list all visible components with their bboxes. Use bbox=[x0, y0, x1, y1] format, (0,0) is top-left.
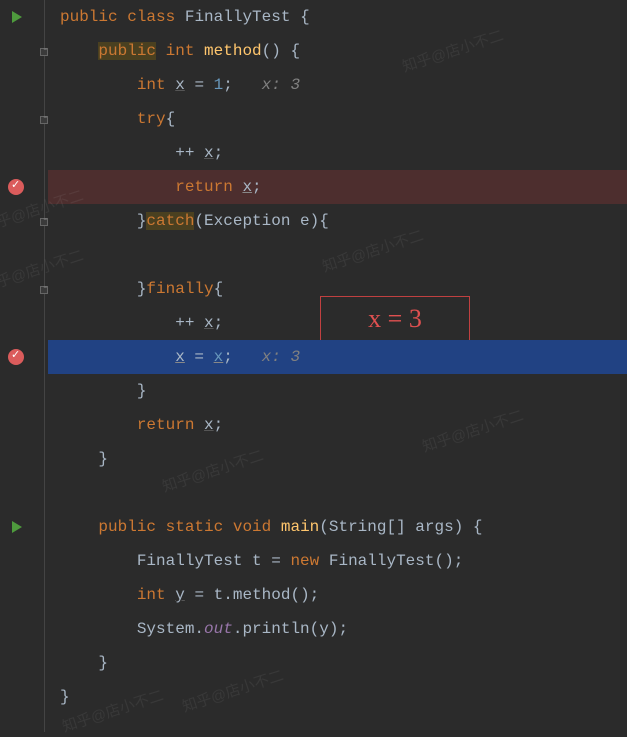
code-line[interactable]: return x; bbox=[48, 408, 627, 442]
code-line[interactable]: int y = t.method(); bbox=[48, 578, 627, 612]
code-line[interactable]: int x = 1; x: 3 bbox=[48, 68, 627, 102]
code-line[interactable]: } bbox=[48, 442, 627, 476]
code-line[interactable]: public int method() { bbox=[48, 34, 627, 68]
code-line[interactable] bbox=[48, 238, 627, 272]
code-line[interactable]: ++ x; x = 3 bbox=[48, 306, 627, 340]
breakpoint-icon[interactable] bbox=[8, 179, 24, 195]
fold-icon[interactable] bbox=[40, 116, 48, 124]
code-line-current[interactable]: x = x; x: 3 bbox=[48, 340, 627, 374]
code-area[interactable]: public class FinallyTest { public int me… bbox=[48, 0, 627, 732]
fold-icon[interactable] bbox=[40, 286, 48, 294]
run-icon[interactable] bbox=[12, 521, 22, 533]
code-line[interactable]: try{ bbox=[48, 102, 627, 136]
code-line[interactable]: ++ x; bbox=[48, 136, 627, 170]
code-editor[interactable]: public class FinallyTest { public int me… bbox=[0, 0, 627, 732]
code-line[interactable]: public class FinallyTest { bbox=[48, 0, 627, 34]
code-line-breakpoint[interactable]: return x; bbox=[48, 170, 627, 204]
gutter bbox=[0, 0, 48, 732]
code-line[interactable] bbox=[48, 476, 627, 510]
code-line[interactable]: FinallyTest t = new FinallyTest(); bbox=[48, 544, 627, 578]
breakpoint-icon[interactable] bbox=[8, 349, 24, 365]
code-line[interactable]: System.out.println(y); bbox=[48, 612, 627, 646]
run-icon[interactable] bbox=[12, 11, 22, 23]
annotation-box: x = 3 bbox=[320, 296, 470, 342]
fold-icon[interactable] bbox=[40, 48, 48, 56]
code-line[interactable]: } bbox=[48, 646, 627, 680]
code-line[interactable]: public static void main(String[] args) { bbox=[48, 510, 627, 544]
code-line[interactable]: }catch(Exception e){ bbox=[48, 204, 627, 238]
fold-icon[interactable] bbox=[40, 218, 48, 226]
code-line[interactable]: } bbox=[48, 374, 627, 408]
code-line[interactable]: } bbox=[48, 680, 627, 714]
